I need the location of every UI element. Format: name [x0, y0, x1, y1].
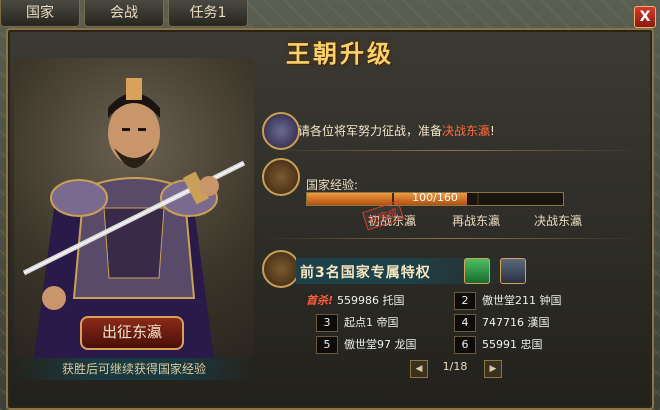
- ranking-name: 起点1 帝国: [344, 316, 399, 329]
- close-button[interactable]: X: [634, 6, 656, 28]
- stage-3: 决战东瀛: [534, 214, 583, 228]
- ranking-row: 2 傲世堂211 钟国: [454, 292, 562, 310]
- rank-number: 5: [316, 336, 338, 354]
- ranking-name: 傲世堂211 钟国: [482, 294, 562, 307]
- exp-progress-bar: 100/160: [306, 191, 564, 206]
- footer-note: 获胜后可继续获得国家经验: [14, 358, 254, 380]
- rank-number: 4: [454, 314, 476, 332]
- ranking-name: 55991 忠国: [482, 338, 543, 351]
- tab-quest[interactable]: 任务1: [168, 0, 248, 27]
- call-highlight: 决战东瀛: [442, 124, 491, 138]
- tab-battle[interactable]: 会战: [84, 0, 164, 27]
- prev-page-icon[interactable]: ◀: [410, 360, 428, 378]
- privilege-title: 前3名国家专属特权: [300, 265, 431, 281]
- ranking-row: 5 傲世堂97 龙国: [316, 336, 417, 354]
- ranking-row: 首杀! 559986 托国: [306, 292, 405, 308]
- panel-title: 王朝升级: [286, 40, 394, 68]
- next-page-icon[interactable]: ▶: [484, 360, 502, 378]
- call-prefix: 请各位将军努力征战，准备: [298, 124, 443, 138]
- pager: ◀ 1/18 ▶: [410, 360, 502, 378]
- ranking-row: 4 747716 漢国: [454, 314, 550, 332]
- divider-1: [262, 150, 642, 151]
- call-suffix: !: [490, 124, 495, 138]
- reward-items-icon[interactable]: [500, 258, 526, 284]
- exp-value: 100/160: [412, 191, 458, 204]
- rank-number: 3: [316, 314, 338, 332]
- ranking-row: 6 55991 忠国: [454, 336, 543, 354]
- ranking-name: 559986 托国: [337, 294, 405, 307]
- march-east-button[interactable]: 出征东瀛: [80, 316, 184, 350]
- horn-icon-2: [262, 250, 300, 288]
- top-tab-bar: 国家 会战 任务1: [0, 0, 252, 30]
- divider-2: [262, 238, 642, 239]
- tab-country[interactable]: 国家: [0, 0, 80, 27]
- ranking-name: 傲世堂97 龙国: [344, 338, 417, 351]
- hero-portrait: [14, 58, 254, 358]
- ranking-name: 747716 漢国: [482, 316, 550, 329]
- stage-2: 再战东瀛: [452, 214, 501, 228]
- rank-number: 2: [454, 292, 476, 310]
- horn-icon: [262, 158, 300, 196]
- ranking-row: 3 起点1 帝国: [316, 314, 399, 332]
- page-indicator: 1/18: [442, 360, 468, 373]
- gift-box-icon[interactable]: [464, 258, 490, 284]
- first-kill-tag: 首杀!: [306, 294, 334, 307]
- call-message: 请各位将军努力征战，准备决战东瀛!: [298, 122, 495, 139]
- rank-number: 6: [454, 336, 476, 354]
- general-avatar-icon: [262, 112, 300, 150]
